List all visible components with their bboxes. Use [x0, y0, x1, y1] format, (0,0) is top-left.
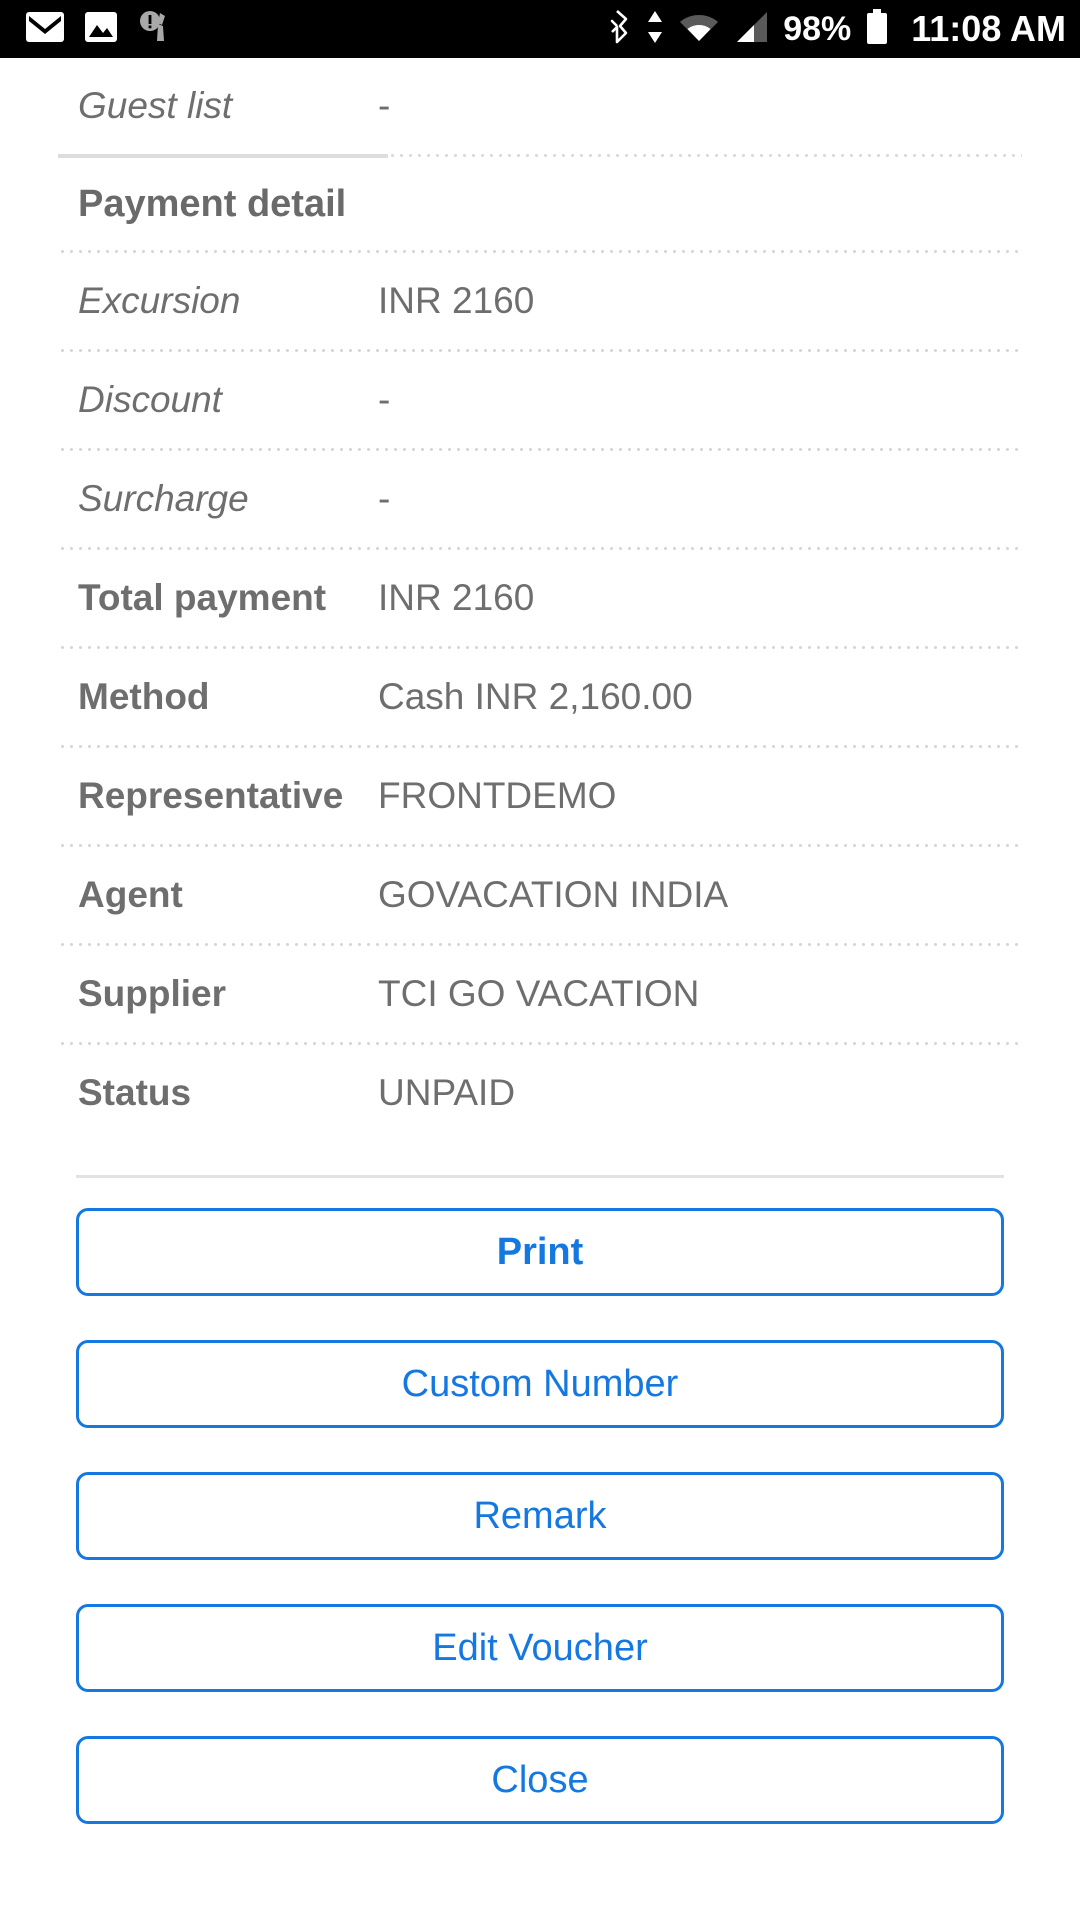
wifi-icon [679, 11, 719, 48]
cellular-signal-icon [733, 11, 769, 48]
photos-icon [84, 11, 118, 48]
detail-row-method: Method Cash INR 2,160.00 [58, 649, 1022, 745]
edit-voucher-button-label: Edit Voucher [432, 1627, 648, 1669]
close-button-label: Close [491, 1759, 589, 1801]
detail-row-value: - [378, 477, 391, 519]
detail-row-label: Guest list [78, 84, 233, 126]
section-header-payment-detail: Payment detail [58, 158, 1022, 250]
print-button[interactable]: Print [76, 1208, 1004, 1296]
section-title: Payment detail [78, 182, 347, 225]
detail-row-discount: Discount - [58, 352, 1022, 448]
detail-row-label: Total payment [78, 576, 327, 618]
detail-row-guest-list: Guest list - [58, 58, 1022, 154]
detail-row-surcharge: Surcharge - [58, 451, 1022, 547]
detail-row-label: Method [78, 675, 210, 717]
detail-row-agent: Agent GOVACATION INDIA [58, 847, 1022, 943]
detail-row-value: FRONTDEMO [378, 774, 617, 816]
detail-row-value: - [378, 84, 391, 126]
battery-percent-label: 98% [783, 10, 852, 48]
cleaner-alert-icon [138, 10, 176, 49]
status-bar: 98% 11:08 AM [0, 0, 1080, 58]
detail-row-label: Status [78, 1071, 192, 1113]
detail-row-supplier: Supplier TCI GO VACATION [58, 946, 1022, 1042]
status-badge: UNPAID [378, 1071, 516, 1113]
detail-row-excursion: Excursion INR 2160 [58, 253, 1022, 349]
status-bar-left-icons [26, 10, 176, 49]
detail-row-value: INR 2160 [378, 576, 535, 618]
gmail-icon [26, 11, 64, 47]
close-button[interactable]: Close [76, 1736, 1004, 1824]
battery-icon [865, 8, 889, 50]
action-button-stack: Print Custom Number Remark Edit Voucher … [0, 1178, 1080, 1824]
detail-row-value: GOVACATION INDIA [378, 873, 729, 915]
detail-row-label: Supplier [78, 972, 227, 1014]
detail-row-label: Surcharge [78, 477, 249, 519]
remark-button[interactable]: Remark [76, 1472, 1004, 1560]
detail-row-label: Excursion [78, 279, 241, 321]
detail-row-label: Representative [78, 774, 344, 816]
data-transfer-icon [645, 10, 665, 49]
edit-voucher-button[interactable]: Edit Voucher [76, 1604, 1004, 1692]
divider-above-payment-detail [58, 154, 1022, 158]
remark-button-label: Remark [473, 1495, 607, 1537]
detail-row-label: Agent [78, 873, 183, 915]
detail-row-value: INR 2160 [378, 279, 535, 321]
detail-row-value: TCI GO VACATION [378, 972, 700, 1014]
print-button-label: Print [496, 1231, 584, 1273]
custom-number-button[interactable]: Custom Number [76, 1340, 1004, 1428]
detail-row-value: Cash INR 2,160.00 [378, 675, 693, 717]
detail-row-status: Status UNPAID [58, 1045, 1022, 1141]
detail-row-total-payment: Total payment INR 2160 [58, 550, 1022, 646]
detail-row-representative: Representative FRONTDEMO [58, 748, 1022, 844]
custom-number-button-label: Custom Number [401, 1363, 679, 1405]
detail-row-label: Discount [78, 378, 222, 420]
voucher-detail-content: Guest list - Payment detail Excursion IN… [0, 58, 1080, 1824]
status-bar-clock: 11:08 AM [911, 8, 1066, 49]
bluetooth-icon [609, 9, 631, 49]
status-bar-right-icons: 98% 11:08 AM [609, 8, 1066, 50]
detail-row-value: - [378, 378, 391, 420]
